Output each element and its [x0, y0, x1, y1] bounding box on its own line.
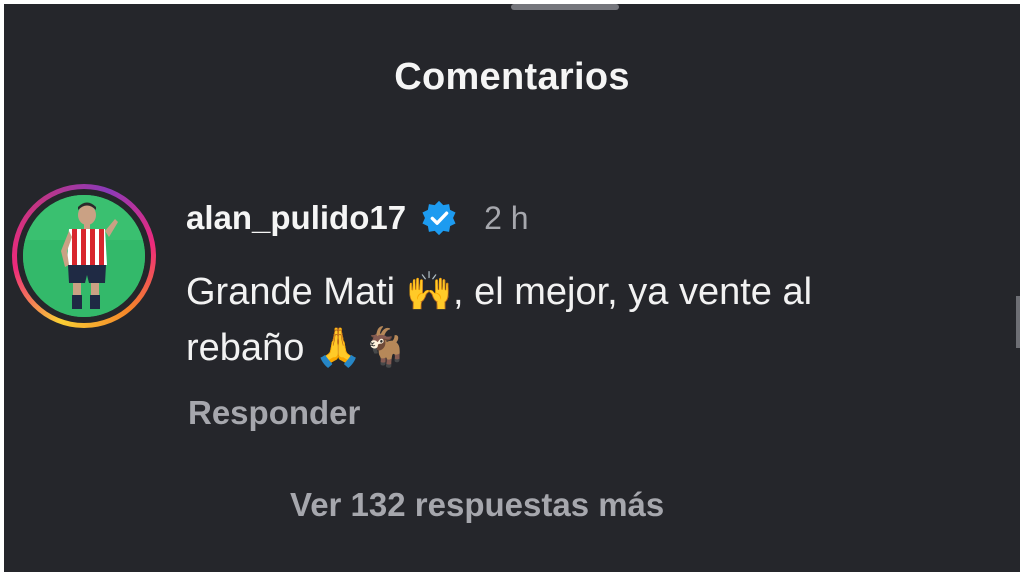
comment-header: alan_pulido17 2 h [186, 198, 529, 238]
sheet-drag-handle[interactable] [511, 4, 619, 10]
sheet-title: Comentarios [394, 56, 630, 98]
view-more-replies-button[interactable]: Ver 132 respuestas más [290, 486, 664, 524]
story-ring[interactable] [12, 184, 156, 328]
comments-sheet: Comentarios alan_pulido17 2 h Grande Mat… [4, 4, 1020, 572]
comment-text-line-1: Grande Mati 🙌, el mejor, ya vente al [186, 271, 813, 313]
scroll-indicator [1016, 296, 1020, 348]
comment-text-line-2: rebaño 🙏🐐 [186, 327, 410, 369]
avatar-ring-gap [17, 189, 151, 323]
avatar-photo-icon [23, 195, 145, 317]
avatar[interactable] [23, 195, 145, 317]
comment-timestamp: 2 h [484, 199, 529, 236]
comment-body: Grande Mati 🙌, el mejor, ya vente al reb… [186, 264, 986, 376]
username-link[interactable]: alan_pulido17 [186, 199, 406, 237]
verified-badge-icon [420, 199, 458, 237]
reply-button[interactable]: Responder [188, 394, 360, 432]
